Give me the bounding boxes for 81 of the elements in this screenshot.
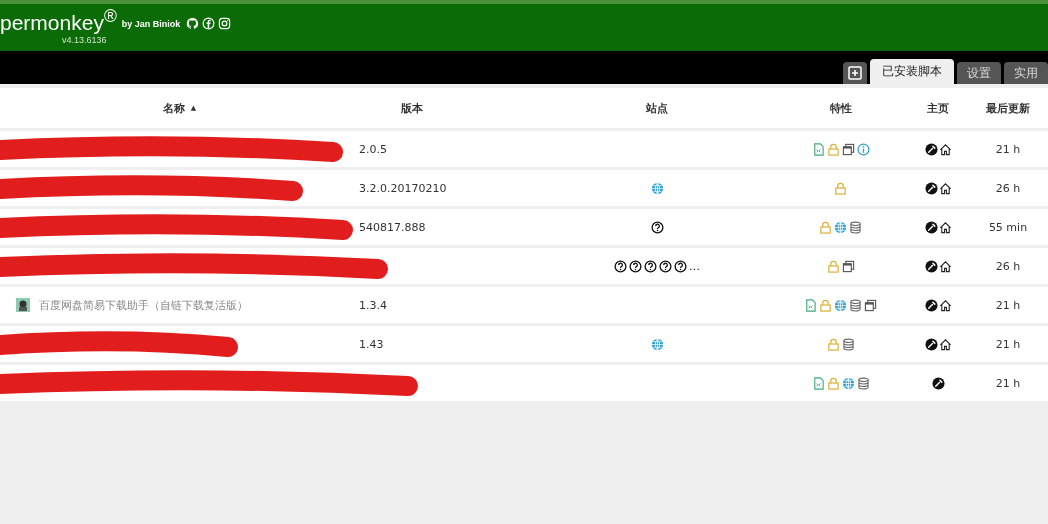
question-icon <box>629 259 642 273</box>
script-row[interactable]: 2.0.5 21 h <box>0 131 1048 167</box>
column-header[interactable]: 版本 <box>401 100 423 116</box>
script-row[interactable]: 百度网盘简易下载助手（自链下载复活版） 1.3.4 21 h <box>0 287 1048 323</box>
question-icon <box>650 220 664 234</box>
app-logo-text: permonkey$^{®}$ <box>0 6 117 35</box>
globe-icon <box>834 220 847 234</box>
column-header[interactable]: 最后更新 <box>986 100 1030 116</box>
tab[interactable]: 设置 <box>957 62 1001 84</box>
home-icon[interactable] <box>938 259 952 273</box>
version-text: v4.13.6136 <box>62 35 107 45</box>
column-header[interactable]: 特性 <box>829 100 852 116</box>
file-icon <box>804 298 817 312</box>
facebook-icon[interactable] <box>202 16 216 30</box>
lock-icon <box>819 220 832 234</box>
last-updated-text: 55 min <box>988 220 1028 234</box>
column-header[interactable]: 站点 <box>646 100 668 116</box>
database-icon <box>856 376 870 390</box>
globe-icon <box>650 181 664 195</box>
last-updated-text: 26 h <box>995 259 1021 273</box>
info-icon <box>856 142 870 156</box>
last-updated-text: 21 h <box>995 142 1021 156</box>
version-text: 540817.888 <box>359 220 426 234</box>
script-icon <box>16 298 30 312</box>
add-script-tab[interactable] <box>843 62 867 84</box>
question-icon <box>674 259 687 273</box>
globe-icon <box>841 376 855 390</box>
script-row[interactable]: 21 h <box>0 365 1048 401</box>
column-header[interactable]: 名称 <box>162 100 185 116</box>
author-text: by Jan Biniok <box>121 18 181 29</box>
windows-icon <box>841 142 855 156</box>
lock-icon <box>826 142 840 156</box>
globe-icon <box>650 337 664 351</box>
database-icon <box>849 298 862 312</box>
lock-icon <box>826 259 840 273</box>
home-icon[interactable] <box>938 220 952 234</box>
wrench-icon[interactable] <box>924 220 938 234</box>
script-row[interactable]: 1.43 21 h <box>0 326 1048 362</box>
github-icon[interactable] <box>186 16 200 30</box>
question-icon <box>644 259 657 273</box>
more-sites-text: … <box>689 259 700 273</box>
script-row[interactable]: 540817.888 55 min <box>0 209 1048 245</box>
wrench-icon[interactable] <box>924 298 938 312</box>
instagram-icon[interactable] <box>218 16 232 30</box>
last-updated-text: 21 h <box>995 298 1021 312</box>
home-icon[interactable] <box>938 142 952 156</box>
lock-icon <box>834 181 847 195</box>
wrench-icon[interactable] <box>924 259 938 273</box>
file-icon <box>811 142 825 156</box>
last-updated-text: 21 h <box>995 337 1021 351</box>
script-name[interactable]: 百度网盘简易下载助手（自链下载复活版） <box>39 297 248 313</box>
tab[interactable]: 已安装脚本 <box>870 59 954 84</box>
version-text: 2.0.5 <box>359 142 387 156</box>
lock-icon <box>826 337 840 351</box>
windows-icon <box>864 298 877 312</box>
wrench-icon[interactable] <box>924 337 938 351</box>
version-text: 3.2.0.20170210 <box>359 181 447 195</box>
lock-icon <box>826 376 840 390</box>
home-icon[interactable] <box>938 298 952 312</box>
column-header[interactable]: 主页 <box>927 100 949 116</box>
wrench-icon[interactable] <box>924 181 938 195</box>
home-icon[interactable] <box>938 181 952 195</box>
question-icon <box>614 259 627 273</box>
tab[interactable]: 实用 <box>1004 62 1048 84</box>
last-updated-text: 26 h <box>995 181 1021 195</box>
file-icon <box>811 376 825 390</box>
plus-icon <box>848 66 862 80</box>
database-icon <box>841 337 855 351</box>
script-row[interactable]: 3.2.0.20170210 26 h <box>0 170 1048 206</box>
last-updated-text: 21 h <box>995 376 1021 390</box>
globe-icon <box>834 298 847 312</box>
question-icon <box>659 259 672 273</box>
windows-icon <box>841 259 855 273</box>
script-row[interactable]: … 26 h <box>0 248 1048 284</box>
wrench-icon[interactable] <box>924 142 938 156</box>
wrench-icon[interactable] <box>931 376 945 390</box>
database-icon <box>849 220 862 234</box>
version-text: 1.43 <box>359 337 384 351</box>
lock-icon <box>819 298 832 312</box>
version-text: 1.3.4 <box>359 298 387 312</box>
home-icon[interactable] <box>938 337 952 351</box>
